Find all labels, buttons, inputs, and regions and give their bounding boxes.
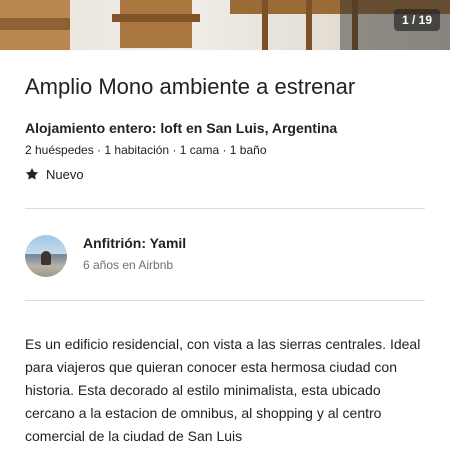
new-badge-label: Nuevo: [46, 166, 84, 182]
listing-photo[interactable]: [0, 0, 450, 50]
host-avatar[interactable]: [25, 235, 67, 277]
star-icon: [25, 168, 39, 180]
divider: [25, 208, 425, 209]
new-badge: Nuevo: [25, 165, 84, 183]
listing-description: Es un edificio residencial, con vista a …: [25, 336, 421, 444]
photo-counter: 1 / 19: [393, 9, 440, 31]
host-name[interactable]: Anfitrión: Yamil: [83, 235, 186, 251]
host-years: 6 años en Airbnb: [83, 258, 174, 272]
divider: [25, 300, 425, 301]
photo-table: [120, 0, 192, 48]
listing-title: Amplio Mono ambiente a estrenar: [25, 74, 356, 99]
photo-railing-post: [262, 0, 268, 50]
listing-subtitle: Alojamiento entero: loft en San Luis, Ar…: [25, 120, 338, 136]
listing-details: 2 huéspedes · 1 habitación · 1 cama · 1 …: [25, 143, 267, 157]
avatar-figure: [41, 251, 51, 265]
photo-table-top: [112, 14, 200, 22]
photo-chair-seat: [0, 18, 70, 30]
photo-railing-post: [306, 0, 312, 50]
